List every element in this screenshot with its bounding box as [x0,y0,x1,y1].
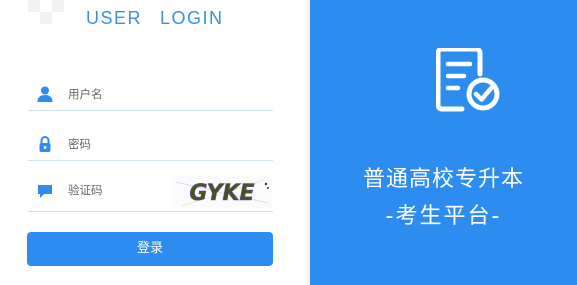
lock-icon [36,135,54,153]
password-input[interactable] [66,132,200,156]
login-heading-word1: USER [86,8,143,28]
user-icon [36,85,54,103]
captcha-field-row: GYKE [28,170,273,212]
login-button[interactable]: 登录 [27,232,273,266]
login-panel: USER LOGIN 用户名 验证码 GYKE 登录 [0,0,310,285]
captcha-input[interactable] [66,178,170,202]
login-heading-word2: LOGIN [160,8,224,28]
login-heading: USER LOGIN [86,8,224,32]
captcha-image[interactable]: GYKE [172,176,272,208]
decorative-pattern [28,0,68,24]
captcha-text: GYKE [189,181,254,206]
platform-title: 普通高校专升本 [362,167,524,192]
chat-bubble-icon [36,182,54,200]
username-field-row [28,76,273,111]
platform-panel: 普通高校专升本 -考生平台- [310,0,577,285]
document-check-icon [435,46,506,114]
password-field-row [28,126,273,161]
username-input[interactable] [66,82,200,106]
platform-subtitle: -考生平台- [385,204,502,229]
